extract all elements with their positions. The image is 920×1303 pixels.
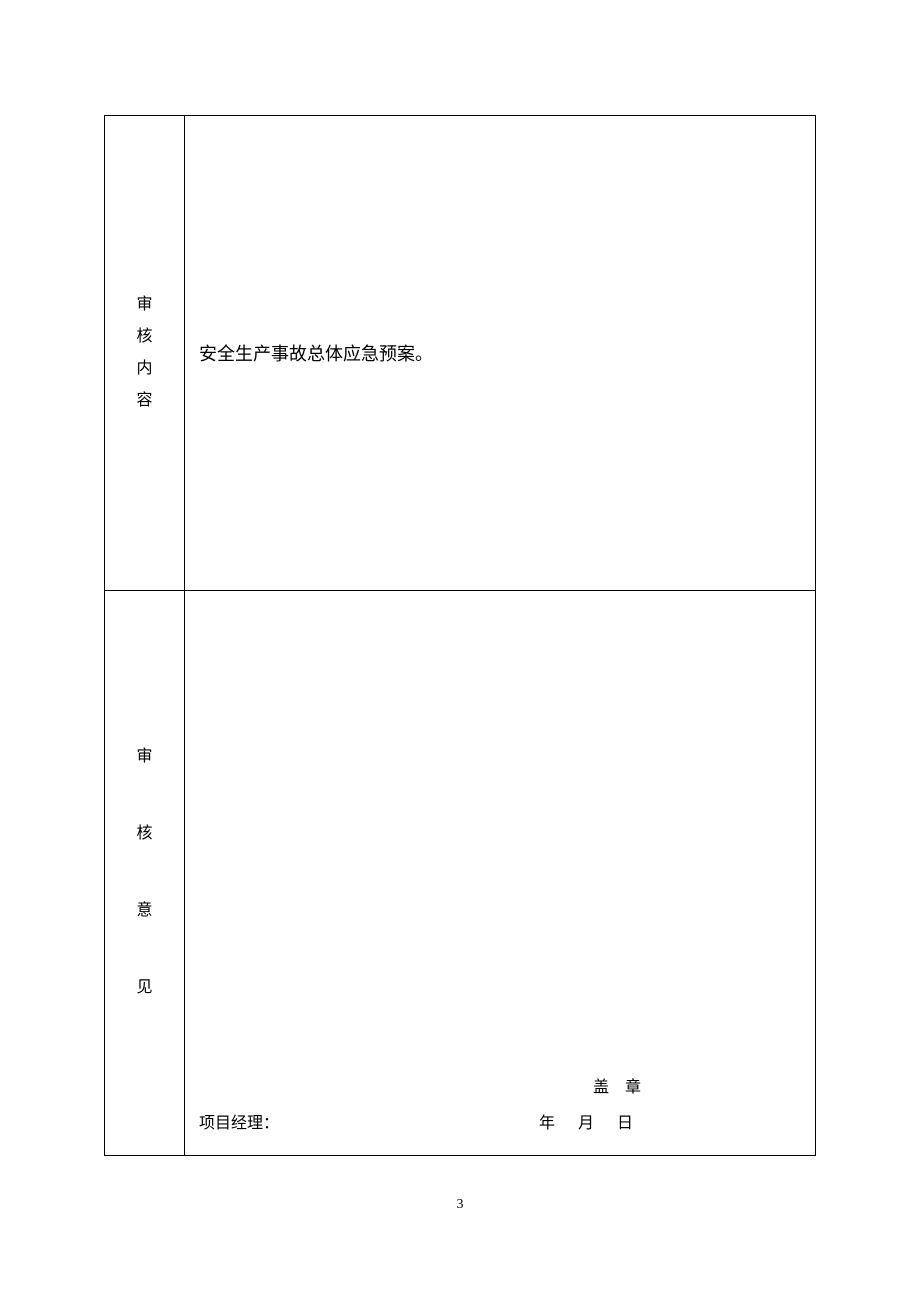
document-page: 审 核 内 容 安全生产事故总体应急预案。 审 核 意 见 — [0, 0, 920, 1303]
review-content-label-cell: 审 核 内 容 — [105, 116, 185, 591]
review-content-value-cell: 安全生产事故总体应急预案。 — [185, 116, 816, 591]
signature-line: 项目经理： 年 月 日 — [199, 1109, 801, 1133]
page-number: 3 — [0, 1197, 920, 1213]
date-month-label: 月 — [578, 1115, 595, 1132]
label-char: 容 — [136, 385, 152, 417]
review-opinion-label: 审 核 意 见 — [105, 719, 184, 1026]
review-content-label: 审 核 内 容 — [105, 289, 184, 417]
label-char: 意 — [136, 873, 152, 950]
label-char: 内 — [136, 353, 152, 385]
label-char: 见 — [136, 950, 152, 1027]
stamp-label-char1: 盖 — [593, 1079, 610, 1096]
signature-date: 年月日 — [539, 1109, 634, 1133]
stamp-line: 盖 章 — [185, 1073, 815, 1097]
date-day-label: 日 — [617, 1115, 634, 1132]
label-char: 审 — [136, 289, 152, 321]
review-content-text: 安全生产事故总体应急预案。 — [199, 344, 433, 364]
stamp-label-char2: 章 — [625, 1079, 642, 1096]
review-form-table: 审 核 内 容 安全生产事故总体应急预案。 审 核 意 见 — [104, 115, 816, 1156]
review-opinion-value-cell: 盖 章 项目经理： 年 月 日 — [185, 591, 816, 1156]
date-year-label: 年 — [539, 1115, 556, 1132]
label-char: 审 — [136, 719, 152, 796]
label-char: 核 — [136, 796, 152, 873]
label-char: 核 — [136, 321, 152, 353]
review-opinion-row: 审 核 意 见 盖 章 项目经理： 年 月 日 — [105, 591, 816, 1156]
signature-role-label: 项目经理： — [199, 1109, 279, 1133]
review-opinion-label-cell: 审 核 意 见 — [105, 591, 185, 1156]
review-content-row: 审 核 内 容 安全生产事故总体应急预案。 — [105, 116, 816, 591]
